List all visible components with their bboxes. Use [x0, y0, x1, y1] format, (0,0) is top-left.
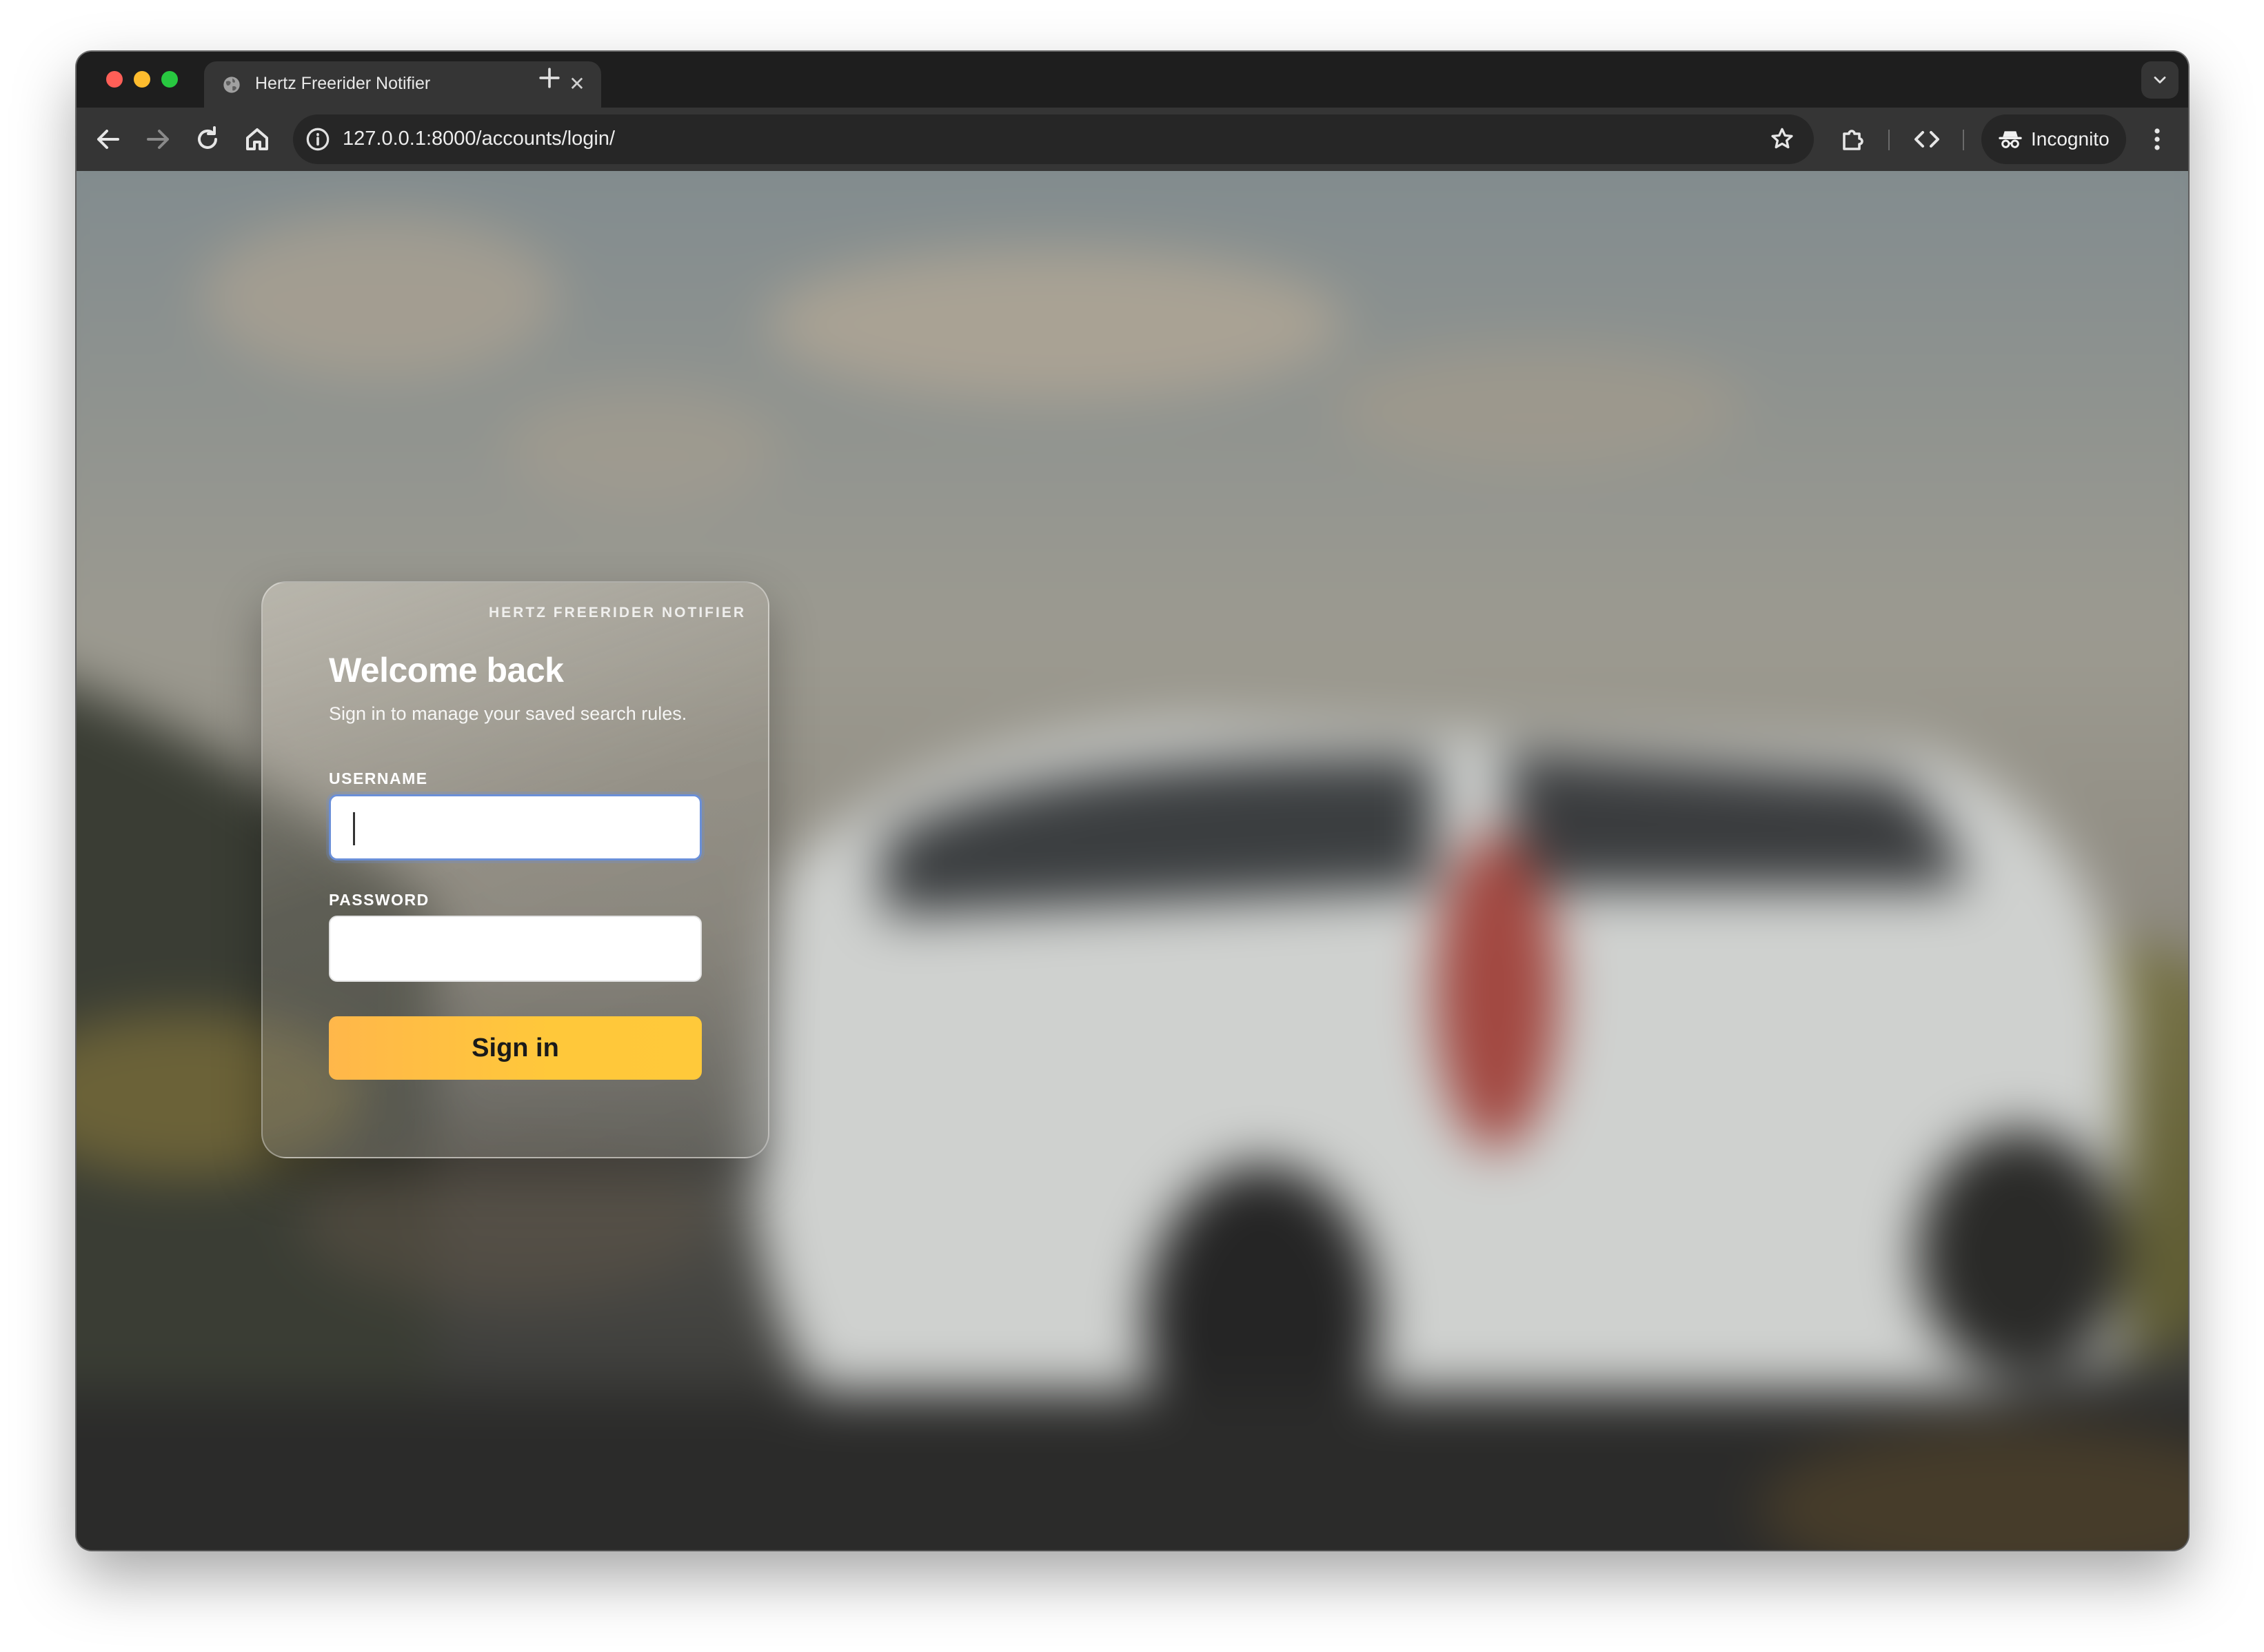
- close-window-button[interactable]: [106, 71, 123, 88]
- password-label: PASSWORD: [329, 891, 429, 909]
- incognito-label: Incognito: [2031, 128, 2110, 150]
- extensions-icon[interactable]: [1836, 123, 1869, 156]
- info-icon[interactable]: [303, 124, 333, 154]
- browser-toolbar: 127.0.0.1:8000/accounts/login/ Incognito: [77, 108, 2188, 171]
- brand-label: HERTZ FREERIDER NOTIFIER: [488, 605, 746, 621]
- address-bar[interactable]: 127.0.0.1:8000/accounts/login/: [293, 114, 1814, 164]
- reload-icon[interactable]: [191, 123, 224, 156]
- back-arrow-icon[interactable]: [92, 123, 125, 156]
- toolbar-divider: [1888, 130, 1890, 150]
- text-caret: [353, 812, 355, 845]
- maximize-window-button[interactable]: [161, 71, 178, 88]
- browser-window: Hertz Freerider Notifier ✕ 127.0.0.1:800…: [77, 52, 2188, 1550]
- password-field[interactable]: [329, 916, 702, 982]
- login-card: HERTZ FREERIDER NOTIFIER Welcome back Si…: [261, 581, 769, 1158]
- globe-icon: [223, 77, 240, 93]
- page-subtitle: Sign in to manage your saved search rule…: [329, 703, 687, 724]
- minimize-window-button[interactable]: [134, 71, 150, 88]
- tab-title: Hertz Freerider Notifier: [255, 74, 431, 93]
- username-field[interactable]: [329, 794, 702, 860]
- tab-search-button[interactable]: [2141, 61, 2179, 99]
- incognito-profile-button[interactable]: Incognito: [1981, 114, 2126, 164]
- incognito-icon: [1999, 131, 2022, 148]
- more-menu-icon[interactable]: [2141, 123, 2174, 156]
- new-tab-icon[interactable]: [534, 63, 565, 93]
- home-icon[interactable]: [241, 123, 274, 156]
- username-label: USERNAME: [329, 769, 428, 787]
- page-title: Welcome back: [329, 651, 564, 689]
- tab-close-icon[interactable]: ✕: [565, 72, 589, 96]
- star-icon[interactable]: [1767, 124, 1797, 154]
- sign-in-button[interactable]: Sign in: [329, 1016, 702, 1080]
- toolbar-divider: [1963, 130, 1964, 150]
- devtools-icon[interactable]: [1910, 123, 1943, 156]
- url-text[interactable]: 127.0.0.1:8000/accounts/login/: [343, 128, 615, 150]
- page-content: HERTZ FREERIDER NOTIFIER Welcome back Si…: [77, 171, 2188, 1550]
- chevron-down-icon: [2154, 77, 2166, 83]
- forward-arrow-icon[interactable]: [141, 123, 174, 156]
- tab-strip: Hertz Freerider Notifier ✕: [77, 52, 2188, 108]
